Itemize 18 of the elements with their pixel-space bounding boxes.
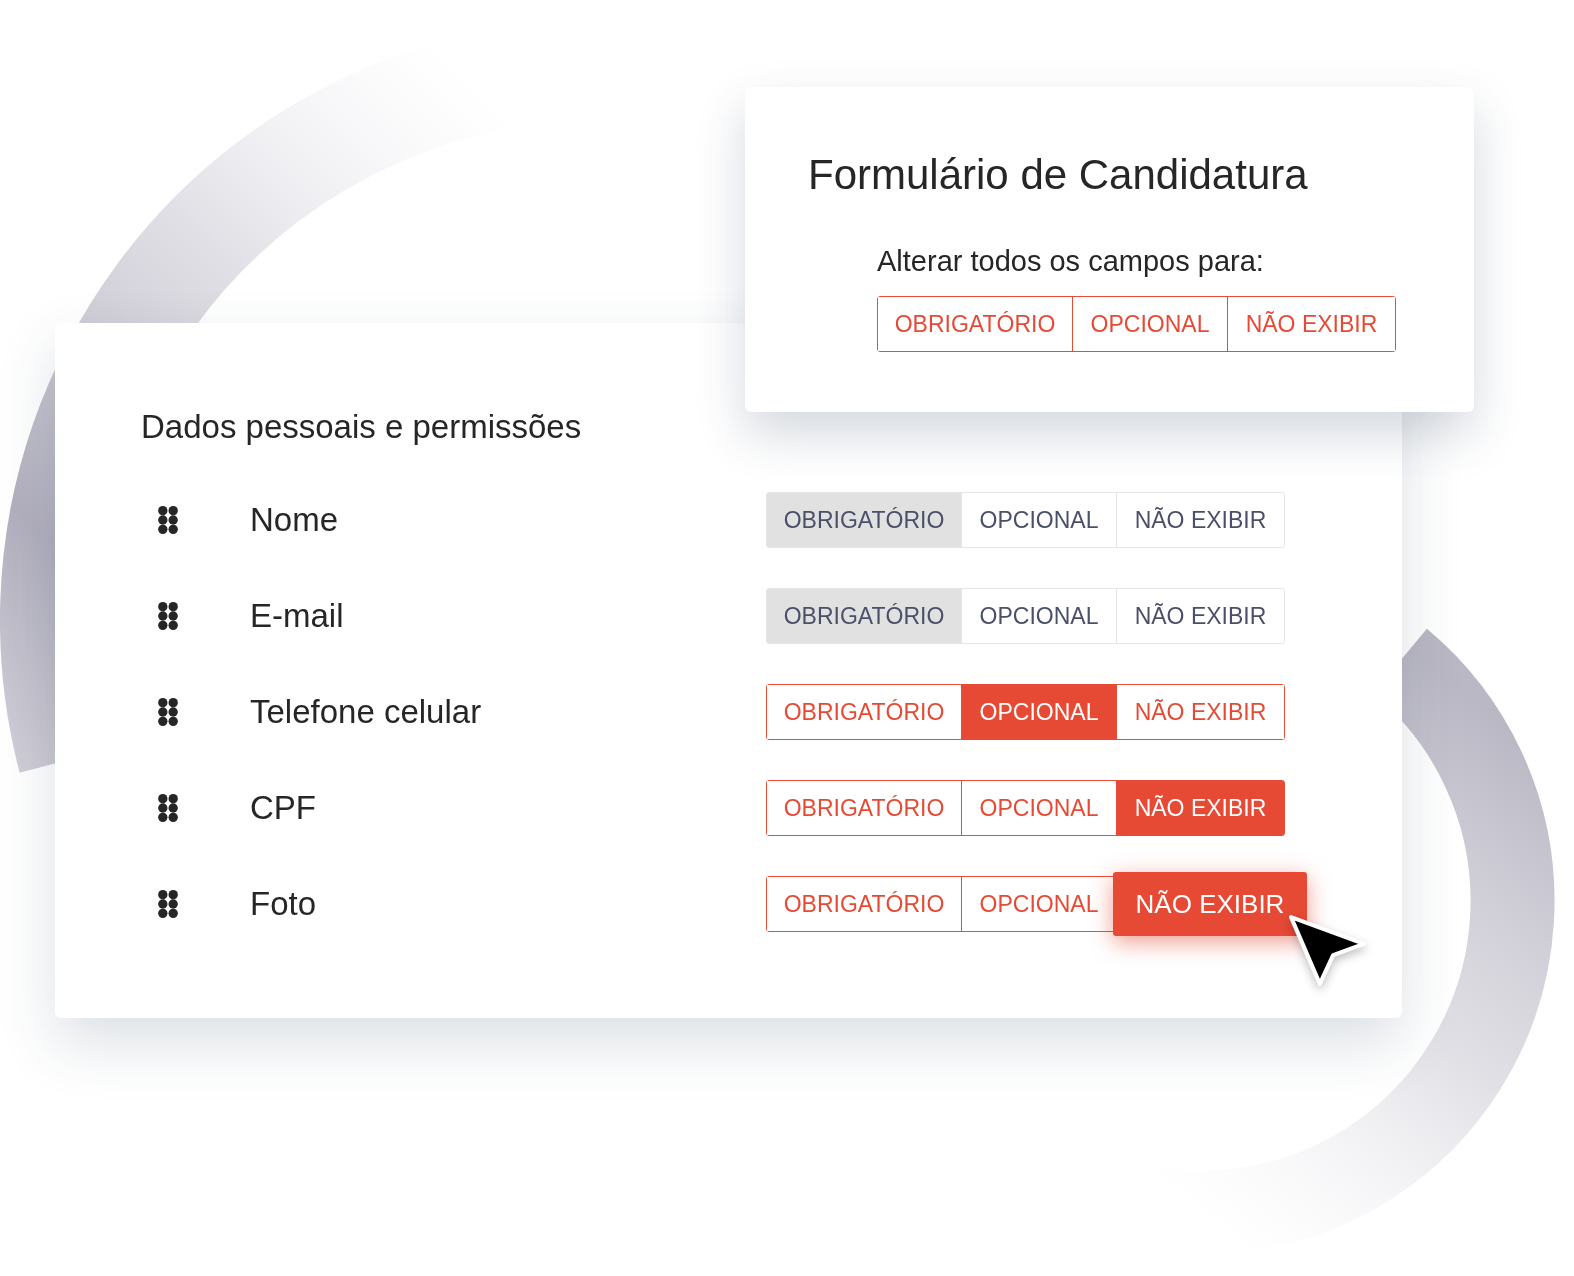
drag-handle-icon[interactable] (158, 698, 178, 726)
option-button[interactable]: NÃO EXIBIR (1116, 781, 1284, 835)
option-button[interactable]: NÃO EXIBIR (1116, 685, 1284, 739)
field-label: CPF (250, 789, 317, 827)
section-title: Dados pessoais e permissões (141, 408, 583, 446)
drag-handle-icon[interactable] (158, 506, 178, 534)
drag-handle-icon[interactable] (158, 890, 178, 918)
field-label: E-mail (250, 597, 345, 635)
bulk-change-prompt: Alterar todos os campos para: (877, 244, 1265, 278)
drag-handle-icon[interactable] (158, 602, 178, 630)
field-label: Foto (250, 885, 318, 923)
option-button[interactable]: NÃO EXIBIR (1113, 872, 1307, 936)
field-label: Nome (250, 501, 340, 539)
option-button[interactable]: OPCIONAL (961, 685, 1116, 739)
form-title: Formulário de Candidatura (808, 150, 1309, 200)
drag-handle-icon[interactable] (158, 794, 178, 822)
field-label: Telefone celular (250, 693, 483, 731)
option-button[interactable]: NÃO EXIBIR (1227, 297, 1395, 351)
